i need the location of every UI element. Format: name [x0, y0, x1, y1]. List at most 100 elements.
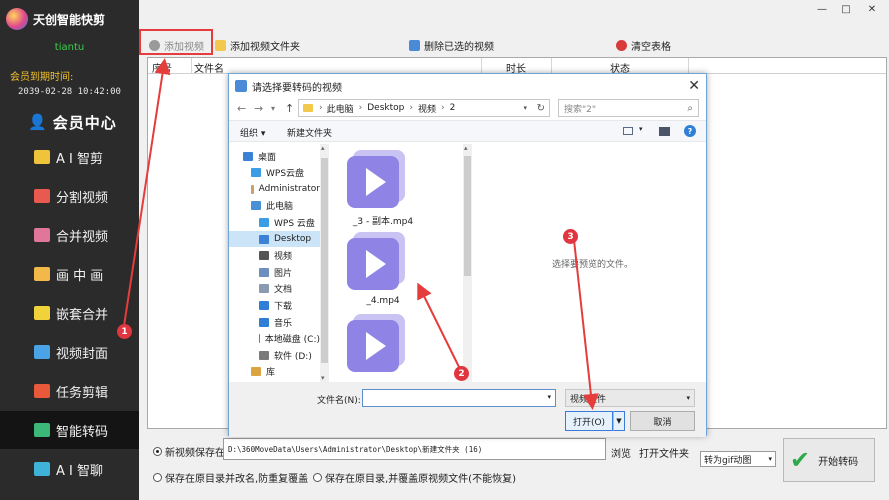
breadcrumb-desktop[interactable]: Desktop: [367, 103, 404, 113]
address-bar[interactable]: › 此电脑 › Desktop › 视频 › 2 ▾ ↻: [298, 99, 550, 117]
organize-menu[interactable]: 组织 ▾: [240, 126, 265, 139]
close-button[interactable]: ✕: [861, 4, 883, 18]
sidebar-item-9[interactable]: A I 智聊: [0, 450, 139, 488]
refresh-icon[interactable]: ↻: [537, 103, 545, 114]
sidebar-item-2[interactable]: 分割视频: [0, 177, 139, 215]
sidebar-item-6[interactable]: 视频封面: [0, 333, 139, 371]
files-scroll-thumb[interactable]: [464, 156, 471, 276]
clear-table-button[interactable]: 清空表格: [616, 36, 671, 54]
nest-merge-icon: [34, 306, 50, 320]
address-dropdown-icon[interactable]: ▾: [523, 104, 527, 112]
dialog-close-icon[interactable]: ✕: [688, 78, 700, 94]
sidebar-item-7[interactable]: 任务剪辑: [0, 372, 139, 410]
search-icon[interactable]: ⌕: [687, 103, 693, 114]
search-input[interactable]: 搜索"2" ⌕: [558, 99, 699, 117]
tree-item[interactable]: 库: [229, 364, 320, 380]
preview-message: 选择要预览的文件。: [552, 260, 634, 270]
annotation-badge-2: 2: [454, 366, 469, 381]
add-folder-label: 添加视频文件夹: [230, 41, 300, 53]
overwrite-option[interactable]: 保存在原目录,并覆盖原视频文件(不能恢复): [313, 470, 516, 485]
help-icon[interactable]: ?: [684, 125, 696, 137]
files-scrollbar[interactable]: ▴ ▾: [463, 144, 472, 382]
sidebar-item-label: 智能转码: [56, 424, 109, 440]
new-save-option[interactable]: 新视频保存在:: [153, 444, 228, 459]
tree-item[interactable]: 图片: [229, 264, 320, 280]
tree-item[interactable]: Desktop: [229, 231, 320, 247]
start-transcode-button[interactable]: ✔ 开始转码: [783, 438, 875, 482]
member-center-button[interactable]: 👤 会员中心: [28, 110, 117, 134]
breadcrumb-2[interactable]: 2: [450, 103, 456, 113]
rename-radio[interactable]: [153, 473, 162, 482]
dialog-title: 请选择要转码的视频: [252, 82, 342, 94]
files-scroll-up-icon[interactable]: ▴: [464, 144, 468, 152]
filename-dropdown-icon[interactable]: ▾: [547, 393, 551, 401]
minimize-button[interactable]: —: [811, 4, 833, 18]
tree-item[interactable]: 音乐: [229, 314, 320, 330]
tree-item-label: 文档: [274, 285, 293, 296]
view-mode-icon[interactable]: [623, 127, 633, 135]
app-title-row: 天创智能快剪: [6, 6, 105, 32]
tree-item[interactable]: 下载: [229, 297, 320, 313]
sidebar-item-1[interactable]: A I 智剪: [0, 138, 139, 176]
cloud-icon: [251, 168, 261, 178]
browse-button[interactable]: 浏览: [611, 445, 631, 460]
annotation-badge-3: 3: [563, 229, 578, 244]
tree-scroll-thumb[interactable]: [321, 158, 328, 363]
gif-select[interactable]: 转为gif动图 ▾: [700, 451, 776, 467]
add-folder-button[interactable]: 添加视频文件夹: [215, 36, 300, 54]
rename-option[interactable]: 保存在原目录并改名,防重复覆盖: [153, 470, 308, 485]
view-dropdown-icon[interactable]: ▾: [639, 125, 643, 133]
new-folder-button[interactable]: 新建文件夹: [287, 126, 332, 139]
add-video-button[interactable]: 添加视频: [149, 36, 204, 54]
sidebar-item-label: 合并视频: [56, 229, 109, 245]
cancel-button[interactable]: 取消: [630, 411, 695, 431]
column-header-filename[interactable]: 文件名: [194, 60, 224, 75]
tree-scrollbar[interactable]: ▴ ▾: [320, 144, 329, 382]
recent-dropdown-icon[interactable]: ▾: [271, 104, 275, 113]
tree-item-label: 下载: [274, 301, 293, 312]
expire-time: 2039-02-28 10:42:00: [18, 87, 121, 97]
maximize-button[interactable]: □: [835, 4, 857, 18]
sidebar-item-8[interactable]: 智能转码: [0, 411, 139, 449]
open-folder-button[interactable]: 打开文件夹: [639, 445, 689, 460]
video-file-item[interactable]: _3 - 副本.mp4: [345, 148, 421, 230]
video-file-item[interactable]: [345, 312, 421, 382]
scroll-up-icon[interactable]: ▴: [321, 144, 325, 152]
delete-selected-button[interactable]: 删除已选的视频: [409, 36, 494, 54]
user-icon: [251, 184, 254, 194]
split-video-icon: [34, 189, 50, 203]
sidebar-item-label: 任务剪辑: [56, 385, 109, 401]
open-options-dropdown[interactable]: ▼: [613, 411, 625, 431]
tree-item[interactable]: 桌面: [229, 148, 320, 164]
tree-item[interactable]: 文档: [229, 281, 320, 297]
smart-transcode-icon: [34, 423, 50, 437]
tree-item[interactable]: 本地磁盘 (C:): [229, 331, 320, 347]
tree-item[interactable]: 此电脑: [229, 198, 320, 214]
ai-cut-icon: [34, 150, 50, 164]
up-arrow-icon[interactable]: ↑: [285, 102, 294, 115]
tree-item[interactable]: WPS云盘: [229, 165, 320, 181]
new-save-radio[interactable]: [153, 447, 162, 456]
breadcrumb-video[interactable]: 视频: [418, 102, 436, 115]
column-header-index[interactable]: 序号: [152, 60, 172, 75]
filename-input[interactable]: ▾: [362, 389, 556, 407]
open-button[interactable]: 打开(O): [565, 411, 613, 431]
tree-item[interactable]: WPS 云盘: [229, 214, 320, 230]
dialog-app-icon: [235, 80, 247, 92]
tree-item[interactable]: Administrator: [229, 181, 320, 197]
scroll-down-icon[interactable]: ▾: [321, 374, 325, 382]
overwrite-radio[interactable]: [313, 473, 322, 482]
sidebar-item-label: 画 中 画: [56, 268, 104, 284]
sidebar-item-4[interactable]: 画 中 画: [0, 255, 139, 293]
preview-pane-icon[interactable]: [659, 127, 670, 136]
sidebar-item-3[interactable]: 合并视频: [0, 216, 139, 254]
tree-item[interactable]: 软件 (D:): [229, 347, 320, 363]
breadcrumb-this-pc[interactable]: 此电脑: [327, 102, 354, 115]
forward-arrow-icon[interactable]: →: [254, 102, 263, 115]
video-file-item[interactable]: _4.mp4: [345, 230, 421, 312]
file-type-filter[interactable]: 视频文件 ▾: [565, 389, 695, 407]
tree-item[interactable]: 视频: [229, 248, 320, 264]
file-type-filter-label: 视频文件: [570, 394, 607, 405]
back-arrow-icon[interactable]: ←: [237, 102, 246, 115]
save-path-input[interactable]: D:\360MoveData\Users\Administrator\Deskt…: [223, 438, 606, 460]
